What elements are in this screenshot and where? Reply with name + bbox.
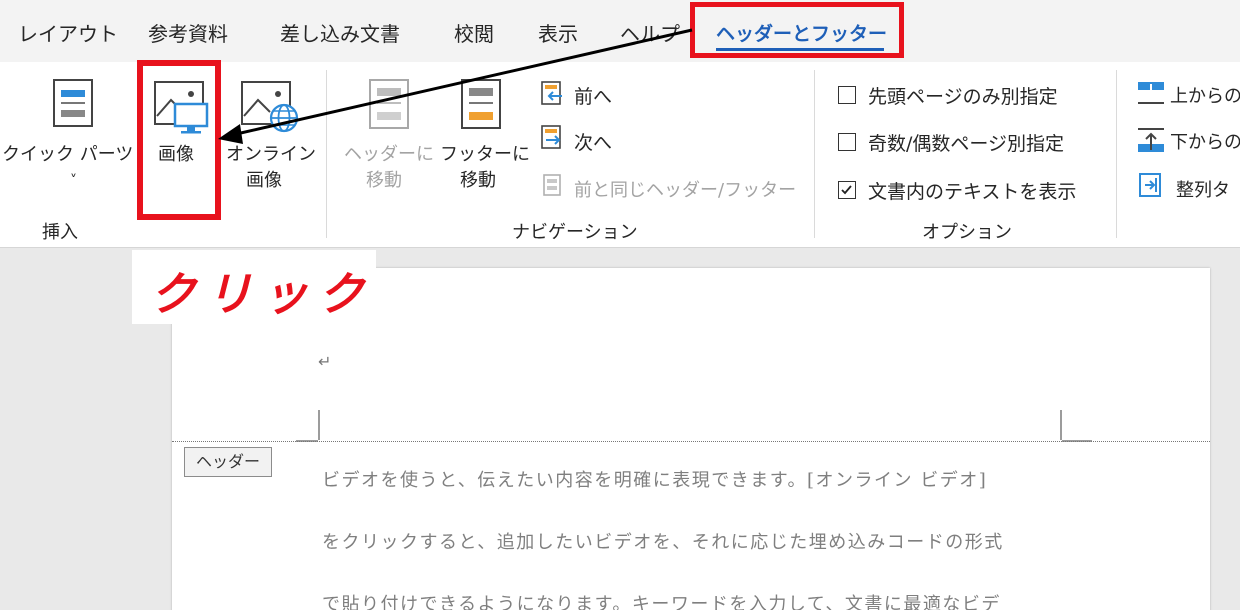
annotation-arrow-icon — [218, 28, 693, 144]
